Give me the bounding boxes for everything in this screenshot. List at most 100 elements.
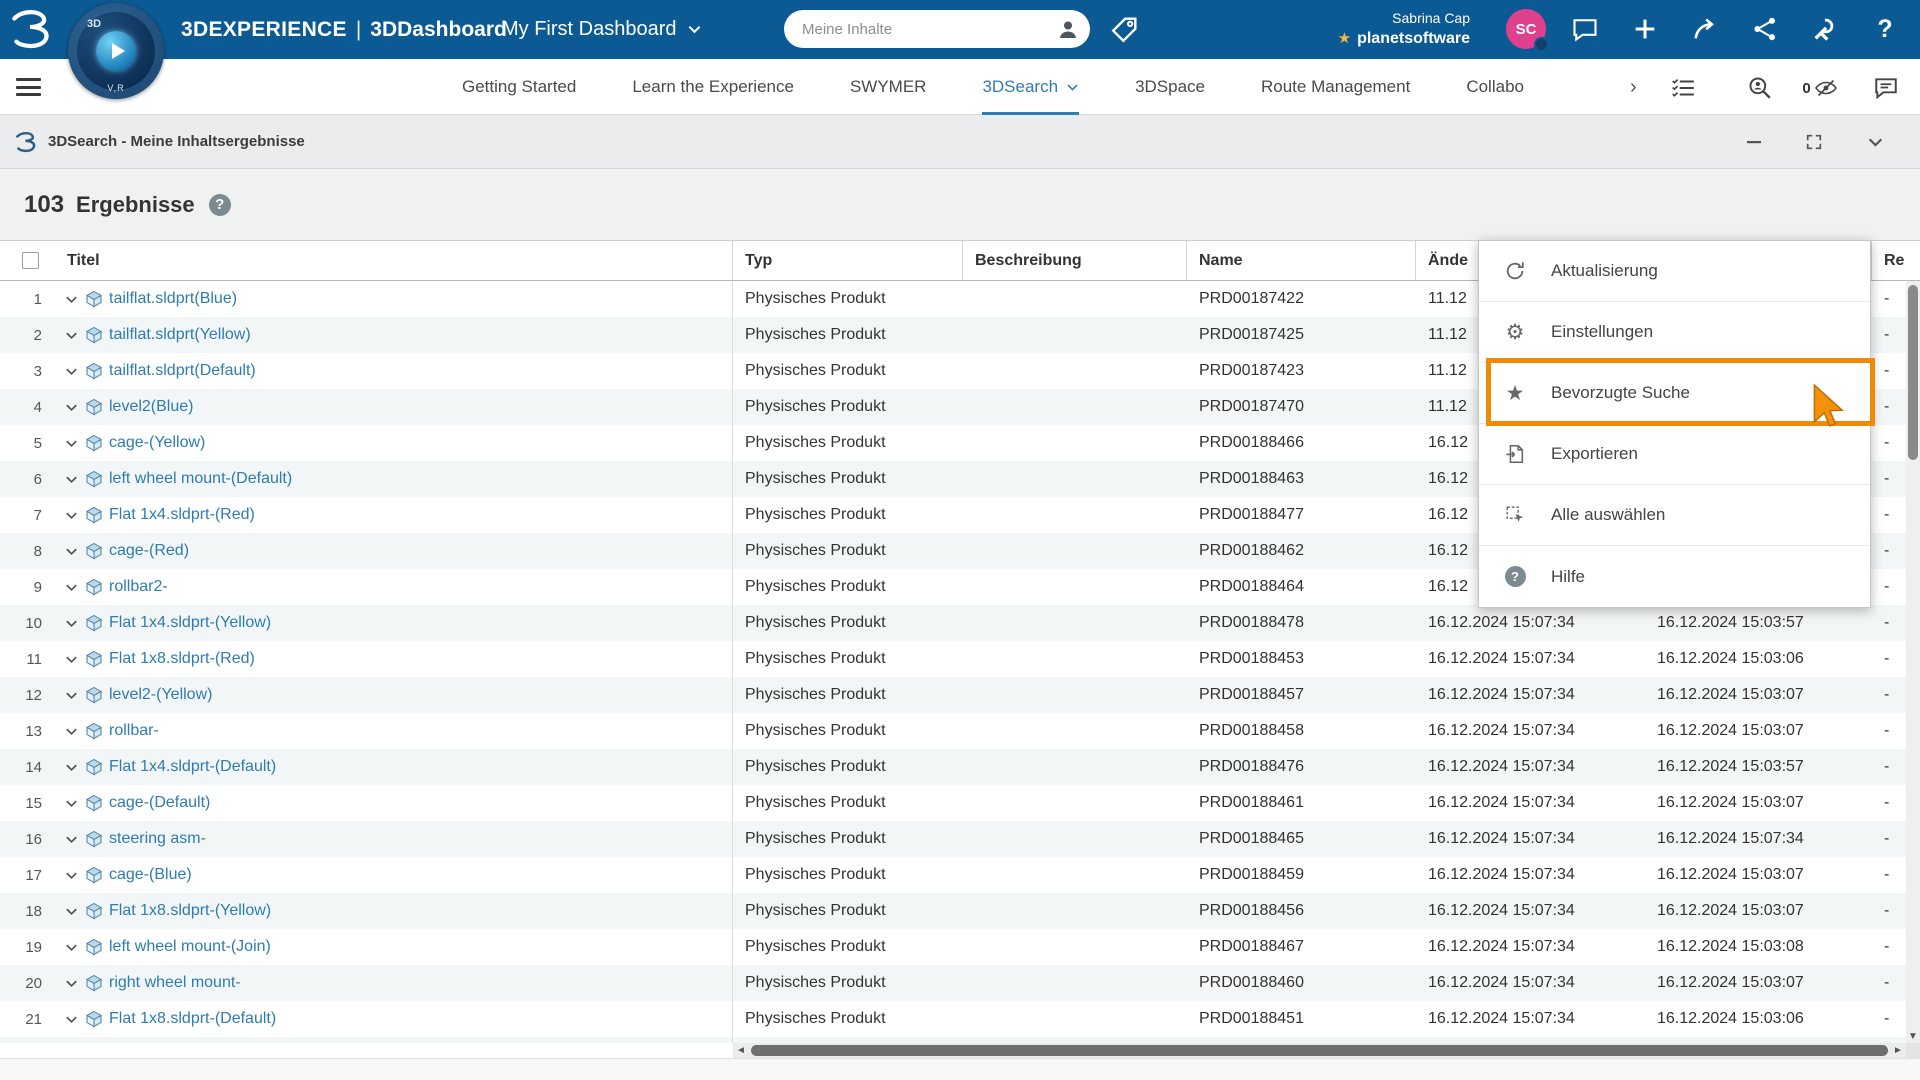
result-title-link[interactable]: rollbar- <box>109 722 159 740</box>
menu-item-aktualisierung[interactable]: Aktualisierung <box>1479 241 1870 302</box>
select-all-checkbox[interactable] <box>22 252 39 269</box>
result-title-link[interactable]: left wheel mount-(Join) <box>109 938 271 956</box>
tab-3dsearch[interactable]: 3DSearch <box>982 59 1079 115</box>
user-account[interactable]: Sabrina Cap ★planetsoftware <box>1262 9 1470 49</box>
expand-chevron-icon[interactable] <box>64 724 79 739</box>
table-row[interactable]: 21 Flat 1x8.sldprt-(Default) Physisches … <box>0 1001 1920 1037</box>
table-row[interactable]: 18 Flat 1x8.sldprt-(Yellow) Physisches P… <box>0 893 1920 929</box>
menu-item-bevorzugte-suche[interactable]: ★ Bevorzugte Suche <box>1479 363 1870 424</box>
expand-chevron-icon[interactable] <box>64 904 79 919</box>
result-title-link[interactable]: right wheel mount- <box>109 974 241 992</box>
expand-chevron-icon[interactable] <box>64 832 79 847</box>
result-title-link[interactable]: tailflat.sldprt(Blue) <box>109 290 237 308</box>
table-row[interactable]: 19 left wheel mount-(Join) Physisches Pr… <box>0 929 1920 965</box>
expand-chevron-icon[interactable] <box>64 1012 79 1027</box>
table-row[interactable]: 13 rollbar- Physisches Produkt PRD001884… <box>0 713 1920 749</box>
share-network-icon[interactable] <box>1748 12 1782 46</box>
header-name[interactable]: Name <box>1187 241 1416 280</box>
table-row[interactable]: 17 cage-(Blue) Physisches Produkt PRD001… <box>0 857 1920 893</box>
help-icon[interactable]: ? <box>1868 12 1902 46</box>
header-typ[interactable]: Typ <box>733 241 963 280</box>
horizontal-scrollbar[interactable]: ◄ ► <box>733 1043 1906 1058</box>
result-title-link[interactable]: level2-(Yellow) <box>109 686 212 704</box>
search-people-icon[interactable] <box>1743 73 1777 103</box>
header-beschreibung[interactable]: Beschreibung <box>963 241 1187 280</box>
tabs-overflow-arrow[interactable]: › <box>1630 59 1637 115</box>
tools-icon[interactable] <box>1808 12 1842 46</box>
dashboard-selector[interactable]: My First Dashboard <box>502 0 702 59</box>
maximize-icon[interactable] <box>1800 129 1828 155</box>
table-row[interactable]: 11 Flat 1x8.sldprt-(Red) Physisches Prod… <box>0 641 1920 677</box>
3ds-logo-icon[interactable] <box>8 7 54 51</box>
compass-play-button[interactable] <box>96 31 136 71</box>
expand-chevron-icon[interactable] <box>64 364 79 379</box>
result-title-link[interactable]: tailflat.sldprt(Default) <box>109 362 256 380</box>
menu-item-alle-auswaehlen[interactable]: Alle auswählen <box>1479 485 1870 546</box>
result-title-link[interactable]: Flat 1x8.sldprt-(Red) <box>109 650 255 668</box>
scroll-down-arrow-icon[interactable]: ▼ <box>1906 1031 1920 1042</box>
tab-3dspace[interactable]: 3DSpace <box>1135 59 1205 115</box>
result-title-link[interactable]: left wheel mount-(Default) <box>109 470 292 488</box>
add-icon[interactable] <box>1628 12 1662 46</box>
tab-learn-the-experience[interactable]: Learn the Experience <box>632 59 794 115</box>
menu-item-exportieren[interactable]: Exportieren <box>1479 424 1870 485</box>
result-title-link[interactable]: level2(Blue) <box>109 398 193 416</box>
expand-chevron-icon[interactable] <box>64 688 79 703</box>
scroll-right-arrow-icon[interactable]: ► <box>1890 1043 1906 1058</box>
tag-icon[interactable] <box>1108 14 1140 46</box>
task-list-icon[interactable] <box>1666 73 1700 103</box>
chat-icon[interactable] <box>1869 73 1903 103</box>
vertical-scrollbar-thumb[interactable] <box>1908 285 1918 460</box>
tab-getting-started[interactable]: Getting Started <box>462 59 576 115</box>
expand-chevron-icon[interactable] <box>64 436 79 451</box>
result-title-link[interactable]: cage-(Blue) <box>109 866 192 884</box>
result-title-link[interactable]: Flat 1x4.sldprt-(Yellow) <box>109 614 271 632</box>
table-row[interactable]: 15 cage-(Default) Physisches Produkt PRD… <box>0 785 1920 821</box>
share-forward-icon[interactable] <box>1688 12 1722 46</box>
tab-swymer[interactable]: SWYMER <box>850 59 927 115</box>
menu-item-hilfe[interactable]: ? Hilfe <box>1479 546 1870 607</box>
watch-count[interactable]: 0 <box>1797 73 1843 103</box>
expand-chevron-icon[interactable] <box>64 796 79 811</box>
result-title-link[interactable]: tailflat.sldprt(Yellow) <box>109 326 251 344</box>
table-row[interactable]: 16 steering asm- Physisches Produkt PRD0… <box>0 821 1920 857</box>
expand-chevron-icon[interactable] <box>64 616 79 631</box>
vertical-scrollbar[interactable]: ▼ <box>1906 281 1920 1043</box>
menu-item-einstellungen[interactable]: ⚙ Einstellungen <box>1479 302 1870 363</box>
expand-chevron-icon[interactable] <box>64 940 79 955</box>
compass-icon[interactable]: 3D V,R <box>68 3 164 99</box>
result-title-link[interactable]: rollbar2- <box>109 578 168 596</box>
expand-chevron-icon[interactable] <box>64 400 79 415</box>
avatar[interactable]: SC <box>1506 9 1546 49</box>
table-row[interactable]: 20 right wheel mount- Physisches Produkt… <box>0 965 1920 1001</box>
table-row[interactable]: 12 level2-(Yellow) Physisches Produkt PR… <box>0 677 1920 713</box>
result-title-link[interactable]: cage-(Default) <box>109 794 210 812</box>
header-revision[interactable]: Re <box>1872 241 1920 280</box>
expand-chevron-icon[interactable] <box>64 508 79 523</box>
expand-chevron-icon[interactable] <box>64 760 79 775</box>
result-title-link[interactable]: Flat 1x4.sldprt-(Red) <box>109 506 255 524</box>
tab-route-management[interactable]: Route Management <box>1261 59 1410 115</box>
result-title-link[interactable]: Flat 1x4.sldprt-(Default) <box>109 758 276 776</box>
scroll-left-arrow-icon[interactable]: ◄ <box>733 1043 749 1058</box>
result-title-link[interactable]: Flat 1x8.sldprt-(Default) <box>109 1010 276 1028</box>
result-title-link[interactable]: Flat 1x8.sldprt-(Yellow) <box>109 902 271 920</box>
horizontal-scrollbar-thumb[interactable] <box>751 1045 1888 1056</box>
result-title-link[interactable]: cage-(Red) <box>109 542 189 560</box>
widget-chevron-down-icon[interactable] <box>1861 129 1889 155</box>
expand-chevron-icon[interactable] <box>64 580 79 595</box>
result-title-link[interactable]: cage-(Yellow) <box>109 434 205 452</box>
table-row[interactable]: 14 Flat 1x4.sldprt-(Default) Physisches … <box>0 749 1920 785</box>
expand-chevron-icon[interactable] <box>64 868 79 883</box>
search-input[interactable] <box>802 21 1056 38</box>
tab-collabo[interactable]: Collabo <box>1466 59 1524 115</box>
expand-chevron-icon[interactable] <box>64 544 79 559</box>
hamburger-menu-icon[interactable] <box>16 78 41 101</box>
expand-chevron-icon[interactable] <box>64 472 79 487</box>
results-help-icon[interactable]: ? <box>209 194 231 216</box>
expand-chevron-icon[interactable] <box>64 292 79 307</box>
table-row[interactable]: 10 Flat 1x4.sldprt-(Yellow) Physisches P… <box>0 605 1920 641</box>
expand-chevron-icon[interactable] <box>64 328 79 343</box>
minimize-icon[interactable] <box>1740 129 1768 155</box>
search-scope-person-icon[interactable] <box>1056 17 1080 41</box>
